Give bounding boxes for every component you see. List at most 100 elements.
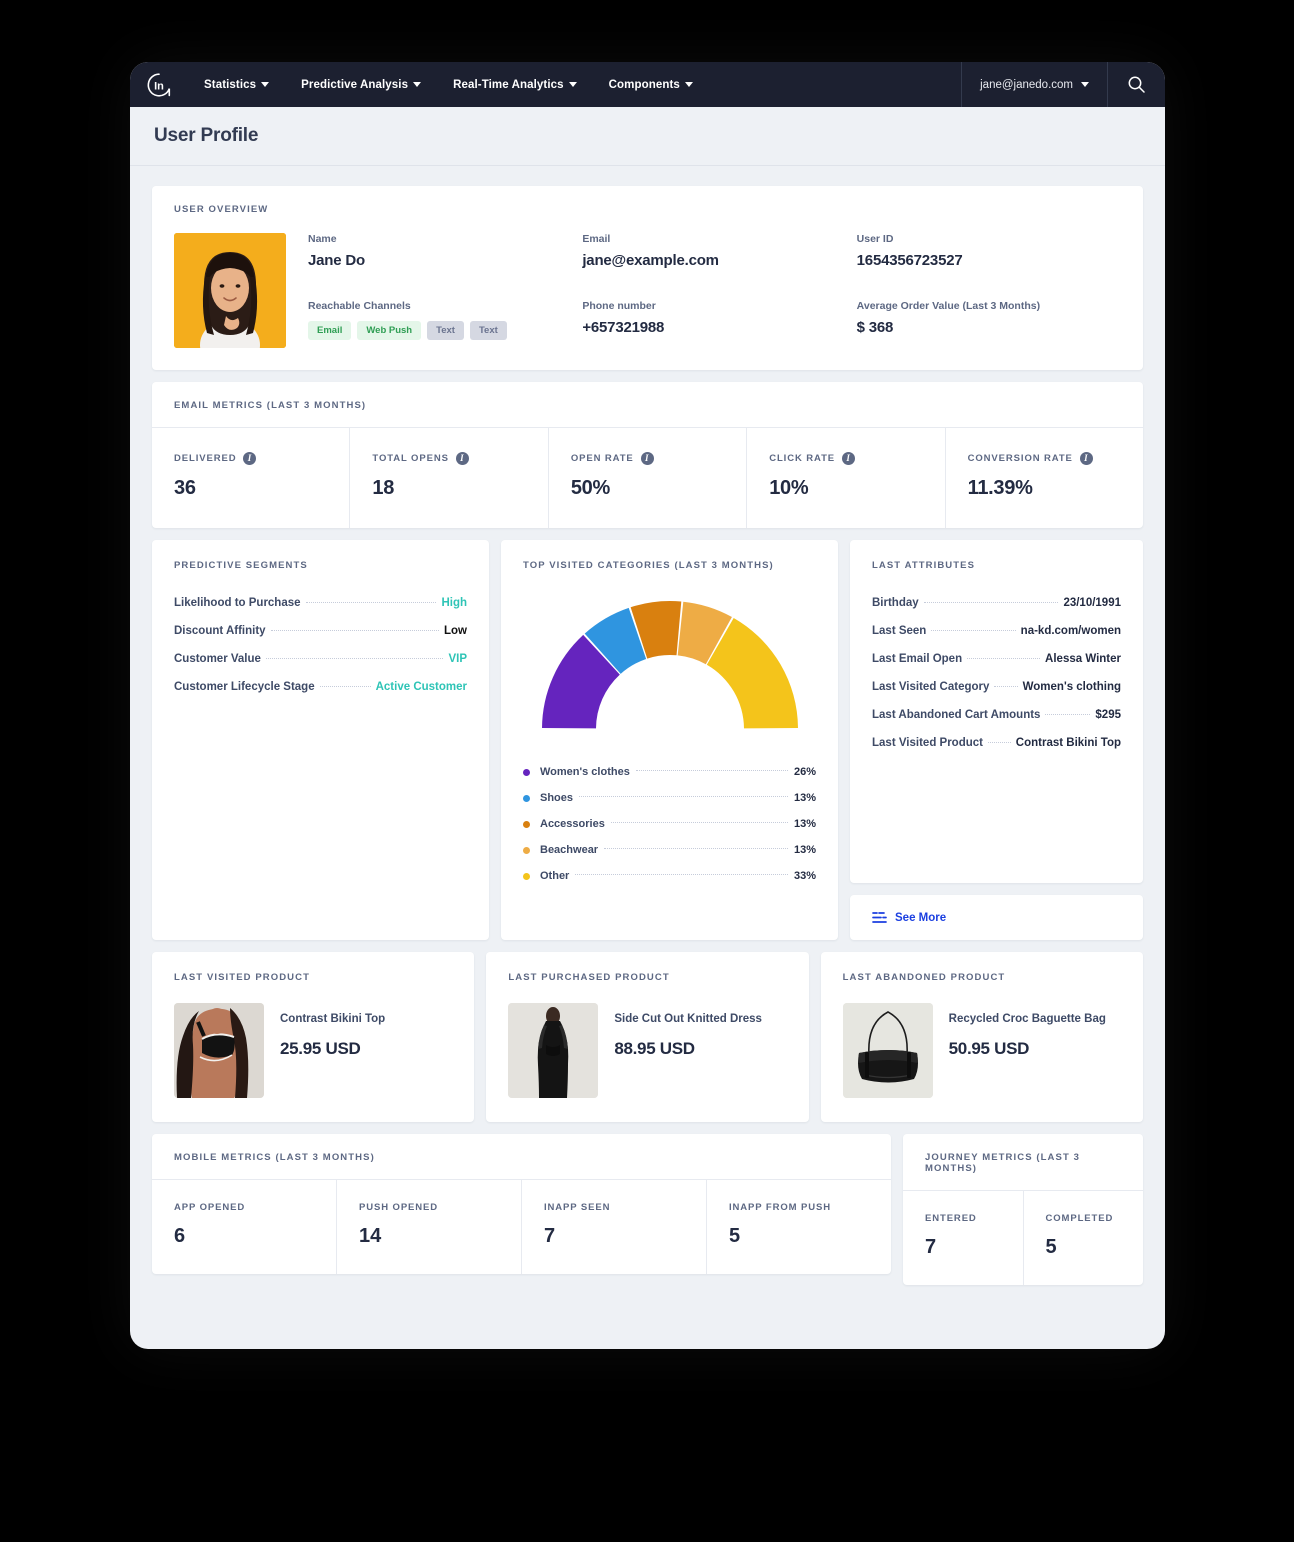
- email-metrics-card: EMAIL METRICS (LAST 3 MONTHS) DELIVERED …: [152, 382, 1143, 528]
- field-user-id: User ID 1654356723527: [857, 233, 1121, 278]
- field-label: User ID: [856, 233, 894, 245]
- metric-push-opened: PUSH OPENED 14: [337, 1180, 522, 1274]
- legend-item: Other 33%: [523, 863, 816, 889]
- info-icon[interactable]: i: [243, 452, 257, 465]
- screenshot-stage: In Statistics Predictive Analysis Real-T…: [0, 0, 1294, 1542]
- dot-leader: [994, 686, 1018, 687]
- metric-value: 5: [1045, 1236, 1057, 1258]
- avatar: [174, 233, 286, 348]
- field-label: Phone number: [582, 299, 656, 312]
- info-icon[interactable]: i: [455, 452, 469, 465]
- metric-click-rate: CLICK RATE i 10%: [747, 428, 946, 528]
- svg-text:In: In: [154, 80, 164, 92]
- metric-label: CLICK RATE i: [769, 452, 922, 465]
- status-badge: Web Push: [357, 320, 422, 340]
- mobile-metrics-title: MOBILE METRICS (LAST 3 MONTHS): [174, 1152, 375, 1163]
- nav-item-real-time-analytics[interactable]: Real-Time Analytics: [437, 62, 593, 107]
- mobile-metrics-card: MOBILE METRICS (LAST 3 MONTHS) APP OPENE…: [152, 1134, 891, 1274]
- attribute-value: Alessa Winter: [1045, 653, 1121, 665]
- list-item: Last Visited Category Women's clothing: [872, 673, 1121, 701]
- segment-key: Discount Affinity: [174, 625, 266, 637]
- middle-panels-row: PREDICTIVE SEGMENTS Likelihood to Purcha…: [152, 540, 1143, 940]
- app-logo[interactable]: In: [130, 62, 188, 107]
- nav-item-label: Statistics: [204, 78, 257, 91]
- legend-value: 33%: [793, 870, 816, 882]
- metric-label: PUSH OPENED: [359, 1202, 439, 1213]
- metric-label: OPEN RATE i: [571, 452, 724, 465]
- user-overview-fields: Name Jane Do Email jane@example.com User…: [308, 233, 1121, 348]
- legend-label: Shoes: [540, 792, 574, 804]
- metric-app-opened: APP OPENED 6: [152, 1180, 337, 1274]
- top-navigation-bar: In Statistics Predictive Analysis Real-T…: [130, 62, 1165, 107]
- product-info: Recycled Croc Baguette Bag 50.95 USD: [949, 1003, 1106, 1059]
- attribute-key: Last Visited Category: [872, 681, 990, 693]
- nav-item-components[interactable]: Components: [593, 62, 709, 107]
- attribute-value: $295: [1095, 709, 1121, 721]
- product-price: 25.95 USD: [280, 1039, 361, 1058]
- legend-item: Accessories 13%: [523, 811, 816, 837]
- metric-total-opens: TOTAL OPENS i 18: [350, 428, 549, 528]
- nav-item-statistics[interactable]: Statistics: [188, 62, 285, 107]
- chart-legend: Women's clothes 26% Shoes 13% Accessorie…: [523, 759, 816, 889]
- top-visited-categories-title: TOP VISITED CATEGORIES (LAST 3 MONTHS): [523, 560, 774, 571]
- product-image: [842, 1003, 933, 1098]
- list-item: Last Abandoned Cart Amounts $295: [872, 701, 1121, 729]
- metric-label-text: CLICK RATE: [769, 453, 836, 464]
- dot-leader: [931, 630, 1016, 631]
- legend-label: Beachwear: [540, 844, 599, 856]
- legend-color-swatch: [523, 768, 530, 776]
- segment-key: Likelihood to Purchase: [174, 597, 301, 609]
- user-overview-title: USER OVERVIEW: [174, 204, 269, 215]
- nav-item-label: Predictive Analysis: [301, 78, 409, 91]
- field-label: Name: [308, 233, 337, 245]
- metric-value: 36: [174, 477, 196, 499]
- metric-label: DELIVERED i: [174, 452, 327, 465]
- info-icon[interactable]: i: [640, 452, 654, 465]
- attribute-key: Last Abandoned Cart Amounts: [872, 709, 1041, 721]
- segment-key: Customer Lifecycle Stage: [174, 681, 315, 693]
- attribute-value: Women's clothing: [1022, 681, 1121, 693]
- product-body: Side Cut Out Knitted Dress 88.95 USD: [508, 1003, 786, 1098]
- legend-item: Women's clothes 26%: [523, 759, 816, 785]
- product-name: Contrast Bikini Top: [280, 1013, 386, 1025]
- search-button[interactable]: [1107, 62, 1165, 107]
- list-item: Discount Affinity Low: [174, 617, 467, 645]
- email-metrics-title: EMAIL METRICS (LAST 3 MONTHS): [174, 400, 367, 411]
- metric-label: TOTAL OPENS i: [372, 452, 525, 465]
- predictive-segments-title: PREDICTIVE SEGMENTS: [174, 560, 308, 571]
- dot-leader: [319, 686, 371, 687]
- last-abandoned-product-card: LAST ABANDONED PRODUCT Recycled Croc Bag…: [820, 952, 1143, 1122]
- see-more-button[interactable]: See More: [872, 911, 946, 924]
- chevron-down-icon: [261, 82, 270, 87]
- status-badge: Email: [308, 320, 352, 340]
- metric-conversion-rate: CONVERSION RATE i 11.39%: [946, 428, 1143, 528]
- info-icon[interactable]: i: [842, 452, 856, 465]
- field-label: Reachable Channels: [308, 299, 411, 312]
- legend-item: Shoes 13%: [523, 785, 816, 811]
- dot-leader: [305, 602, 437, 603]
- semicircle-donut-chart: [541, 601, 798, 729]
- nav-item-predictive-analysis[interactable]: Predictive Analysis: [285, 62, 437, 107]
- field-value: +657321988: [582, 318, 665, 336]
- metric-value: 50%: [570, 477, 610, 499]
- email-metrics-header: EMAIL METRICS (LAST 3 MONTHS): [152, 382, 1143, 427]
- see-more-label: See More: [895, 911, 947, 924]
- legend-label: Accessories: [540, 818, 605, 830]
- predictive-segments-card: PREDICTIVE SEGMENTS Likelihood to Purcha…: [152, 540, 489, 940]
- legend-color-swatch: [523, 820, 530, 828]
- product-body: Recycled Croc Baguette Bag 50.95 USD: [842, 1003, 1121, 1098]
- page-content: USER OVERVIEW Name Jane Do Email jane@ex…: [130, 166, 1165, 1307]
- see-more-card: See More: [850, 895, 1143, 940]
- last-attributes-column: LAST ATTRIBUTES Birthday 23/10/1991 Last…: [850, 540, 1143, 940]
- dot-leader: [923, 602, 1059, 603]
- info-icon[interactable]: i: [1079, 452, 1093, 465]
- product-image: [174, 1003, 264, 1098]
- dot-leader: [270, 630, 439, 631]
- field-label: Average Order Value (Last 3 Months): [856, 299, 1041, 312]
- page-title: User Profile: [154, 125, 259, 146]
- segment-value: High: [441, 597, 467, 609]
- user-menu[interactable]: jane@janedo.com: [961, 62, 1107, 107]
- legend-item: Beachwear 13%: [523, 837, 816, 863]
- field-value: $ 368: [856, 318, 894, 336]
- list-item: Likelihood to Purchase High: [174, 589, 467, 617]
